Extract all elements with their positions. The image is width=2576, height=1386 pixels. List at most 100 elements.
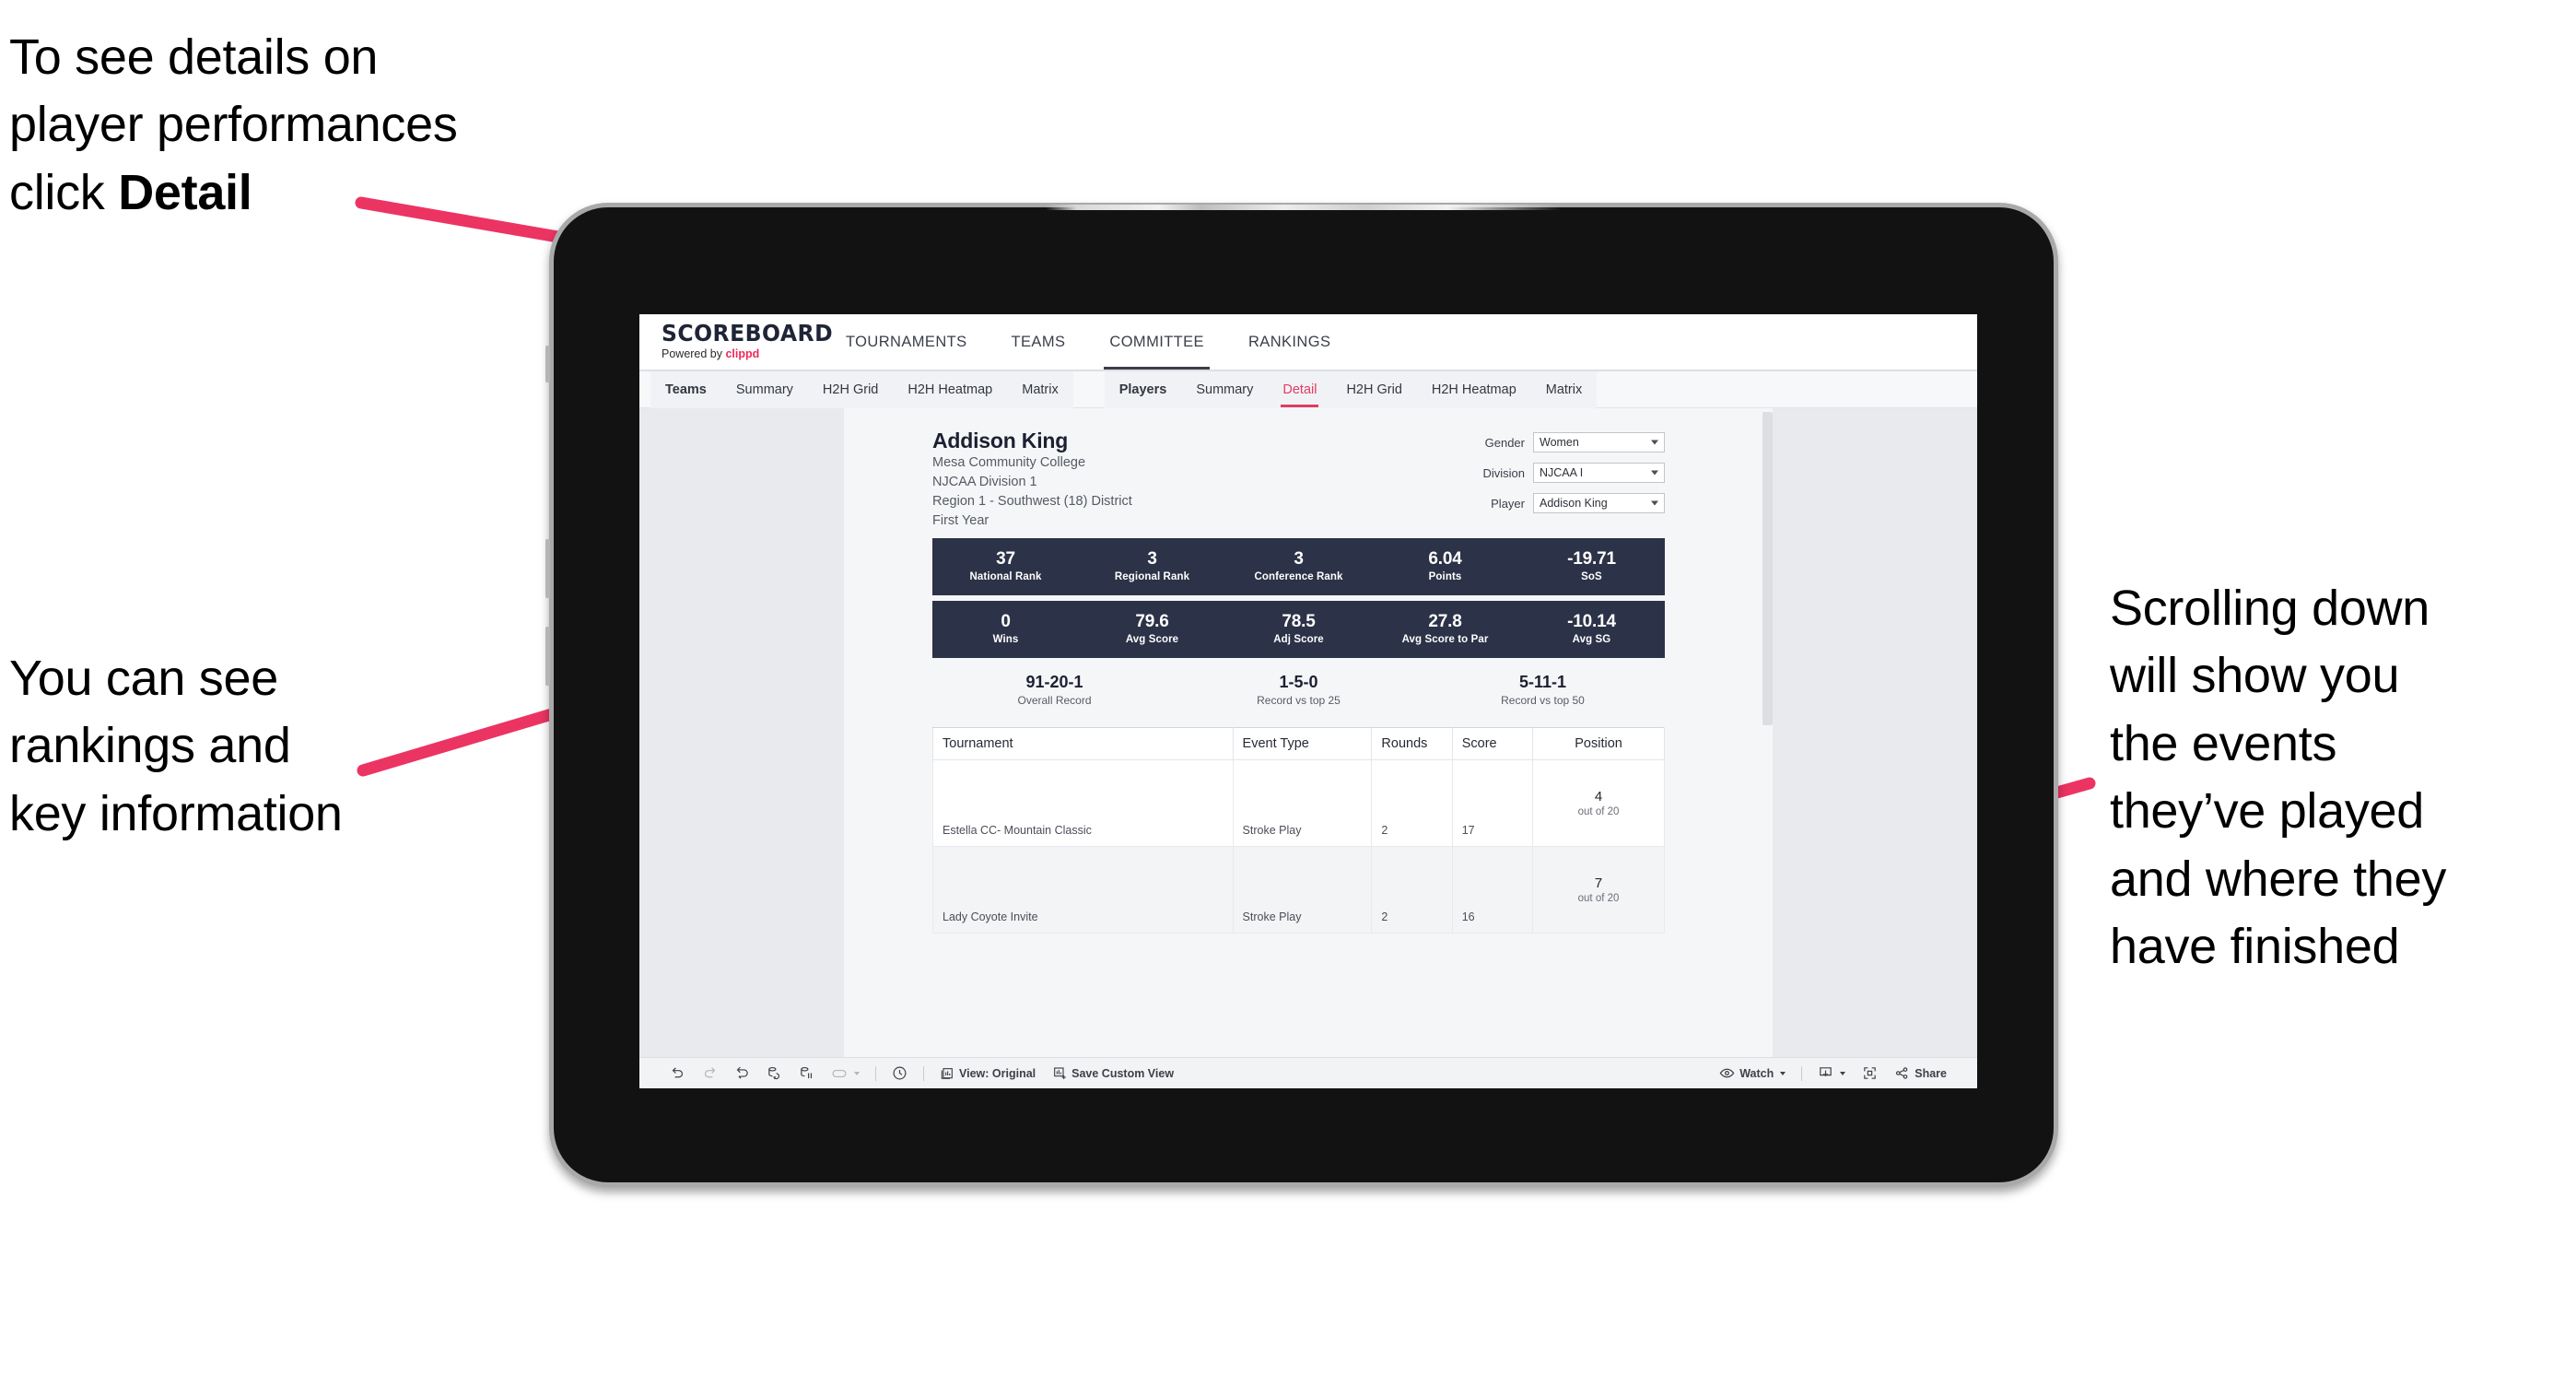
- subnav-item-players[interactable]: Players: [1105, 371, 1182, 408]
- player-identity: Addison King Mesa Community College NJCA…: [932, 429, 1132, 531]
- cell-event-type: Stroke Play: [1232, 845, 1373, 934]
- column-header-event-type[interactable]: Event Type: [1232, 726, 1373, 760]
- stat-avg-sg: -10.14 Avg SG: [1518, 611, 1665, 646]
- filter-panel: Gender Women Division NJCAA I Player Add…: [1482, 429, 1665, 523]
- position-value: 7: [1594, 875, 1603, 891]
- record-value: 91-20-1: [1025, 672, 1083, 691]
- stat-value: -10.14: [1567, 611, 1616, 631]
- filter-division-select[interactable]: NJCAA I: [1533, 463, 1665, 483]
- view-original-button[interactable]: View: Original: [931, 1062, 1044, 1086]
- subnav-item-teams[interactable]: Teams: [650, 371, 721, 408]
- column-header-tournament[interactable]: Tournament: [932, 726, 1234, 760]
- tablet-screen: SCOREBOARD Powered by clippd TOURNAMENTS…: [639, 314, 1977, 1088]
- content-area: Addison King Mesa Community College NJCA…: [639, 408, 1977, 1088]
- events-table-body: Estella CC- Mountain Classic Stroke Play…: [932, 758, 1665, 934]
- cell-score: 17: [1451, 758, 1534, 847]
- watch-button[interactable]: Watch: [1711, 1062, 1794, 1086]
- stat-label: Avg SG: [1572, 634, 1611, 646]
- brand-title: SCOREBOARD: [662, 320, 834, 346]
- watch-label: Watch: [1739, 1066, 1774, 1080]
- brand-logo[interactable]: SCOREBOARD Powered by clippd: [639, 314, 834, 370]
- refresh-data-button[interactable]: [758, 1062, 790, 1086]
- table-row[interactable]: Lady Coyote Invite Stroke Play 2 16 7 ou…: [932, 845, 1665, 934]
- fullscreen-button[interactable]: [1854, 1062, 1886, 1086]
- events-table-header: Tournament Event Type Rounds Score Posit…: [932, 726, 1665, 760]
- subnav-item-players-matrix[interactable]: Matrix: [1531, 371, 1597, 408]
- position-subtext: out of 20: [1577, 892, 1620, 904]
- report-body: Addison King Mesa Community College NJCA…: [932, 408, 1665, 934]
- column-header-score[interactable]: Score: [1451, 726, 1534, 760]
- filter-division-label: Division: [1482, 465, 1525, 480]
- vertical-scrollbar[interactable]: [1762, 412, 1773, 725]
- stat-value: 79.6: [1135, 611, 1169, 631]
- annotation-right: Scrolling down will show you the events …: [2110, 581, 2447, 975]
- chevron-down-icon: [1651, 470, 1658, 476]
- stat-national-rank: 37 National Rank: [932, 549, 1079, 583]
- brand-subtitle: Powered by clippd: [662, 347, 824, 360]
- subnav-item-teams-h2h-heatmap[interactable]: H2H Heatmap: [893, 371, 1007, 408]
- stat-sos: -19.71 SoS: [1518, 549, 1665, 583]
- subnav-item-teams-summary[interactable]: Summary: [721, 371, 808, 408]
- subnav-item-players-summary[interactable]: Summary: [1181, 371, 1268, 408]
- toolbar-left-group: View: Original Save Custom View: [662, 1062, 1182, 1086]
- cell-position: 7 out of 20: [1532, 845, 1665, 934]
- stat-points: 6.04 Points: [1372, 549, 1518, 583]
- pause-updates-button[interactable]: [823, 1062, 868, 1086]
- stat-avg-score-to-par: 27.8 Avg Score to Par: [1372, 612, 1518, 646]
- chevron-down-icon: [1651, 440, 1658, 445]
- records-row: 91-20-1 Overall Record 1-5-0 Record vs t…: [932, 673, 1665, 707]
- undo-button[interactable]: [662, 1062, 694, 1086]
- subnav-item-players-h2h-grid[interactable]: H2H Grid: [1331, 371, 1416, 408]
- nav-item-committee[interactable]: COMMITTEE: [1087, 314, 1226, 370]
- cell-tournament: Lady Coyote Invite: [932, 845, 1234, 934]
- nav-item-teams[interactable]: TEAMS: [989, 314, 1088, 370]
- subnav-item-players-h2h-heatmap[interactable]: H2H Heatmap: [1417, 371, 1531, 408]
- stat-avg-score: 79.6 Avg Score: [1079, 611, 1225, 646]
- stat-label: Avg Score to Par: [1401, 634, 1489, 646]
- view-icon: [941, 1067, 953, 1079]
- record-label: Record vs top 25: [1257, 693, 1341, 707]
- view-original-label: View: Original: [959, 1066, 1036, 1080]
- position-value: 4: [1594, 788, 1603, 805]
- fullscreen-icon: [1864, 1067, 1877, 1079]
- player-name: Addison King: [932, 429, 1069, 452]
- stat-value: 0: [1001, 611, 1011, 631]
- subnav-item-teams-matrix[interactable]: Matrix: [1007, 371, 1072, 408]
- record-label: Overall Record: [1017, 693, 1092, 707]
- download-icon: [1820, 1067, 1832, 1077]
- player-year: First Year: [932, 512, 989, 528]
- stat-value: 3: [1147, 548, 1157, 569]
- download-button[interactable]: [1809, 1062, 1854, 1086]
- filter-player-select[interactable]: Addison King: [1533, 493, 1665, 513]
- history-button[interactable]: [884, 1062, 916, 1086]
- pause-data-button[interactable]: [790, 1062, 823, 1086]
- share-button[interactable]: Share: [1886, 1062, 1955, 1086]
- redo-button[interactable]: [694, 1062, 726, 1086]
- column-header-position[interactable]: Position: [1532, 726, 1665, 760]
- cell-event-type: Stroke Play: [1232, 758, 1373, 847]
- clock-icon: [893, 1066, 907, 1080]
- events-table: Tournament Event Type Rounds Score Posit…: [932, 726, 1665, 934]
- app-header: SCOREBOARD Powered by clippd TOURNAMENTS…: [639, 314, 1977, 371]
- subnav-item-players-detail[interactable]: Detail: [1268, 371, 1331, 408]
- nav-item-tournaments[interactable]: TOURNAMENTS: [824, 314, 989, 370]
- slide-canvas: To see details on player performances cl…: [0, 0, 2576, 1386]
- filter-division-value: NJCAA I: [1540, 466, 1584, 479]
- column-header-rounds[interactable]: Rounds: [1371, 726, 1453, 760]
- nav-item-rankings[interactable]: RANKINGS: [1226, 314, 1352, 370]
- position-subtext: out of 20: [1577, 805, 1620, 817]
- filter-gender-select[interactable]: Women: [1533, 432, 1665, 452]
- stat-value: 3: [1294, 548, 1304, 569]
- record-value: 1-5-0: [1279, 672, 1318, 691]
- stat-label: Conference Rank: [1254, 571, 1343, 583]
- chevron-down-icon: [1651, 500, 1658, 506]
- subnav-item-teams-h2h-grid[interactable]: H2H Grid: [808, 371, 893, 408]
- revert-button[interactable]: [726, 1062, 758, 1086]
- brand-powered-prefix: Powered by: [662, 347, 726, 360]
- revert-icon: [736, 1066, 748, 1079]
- stat-adj-score: 78.5 Adj Score: [1225, 612, 1372, 646]
- tablet-side-button-2: [545, 539, 550, 598]
- save-custom-view-button[interactable]: Save Custom View: [1044, 1062, 1182, 1086]
- table-row[interactable]: Estella CC- Mountain Classic Stroke Play…: [932, 758, 1665, 847]
- filter-player: Player Addison King: [1482, 493, 1665, 513]
